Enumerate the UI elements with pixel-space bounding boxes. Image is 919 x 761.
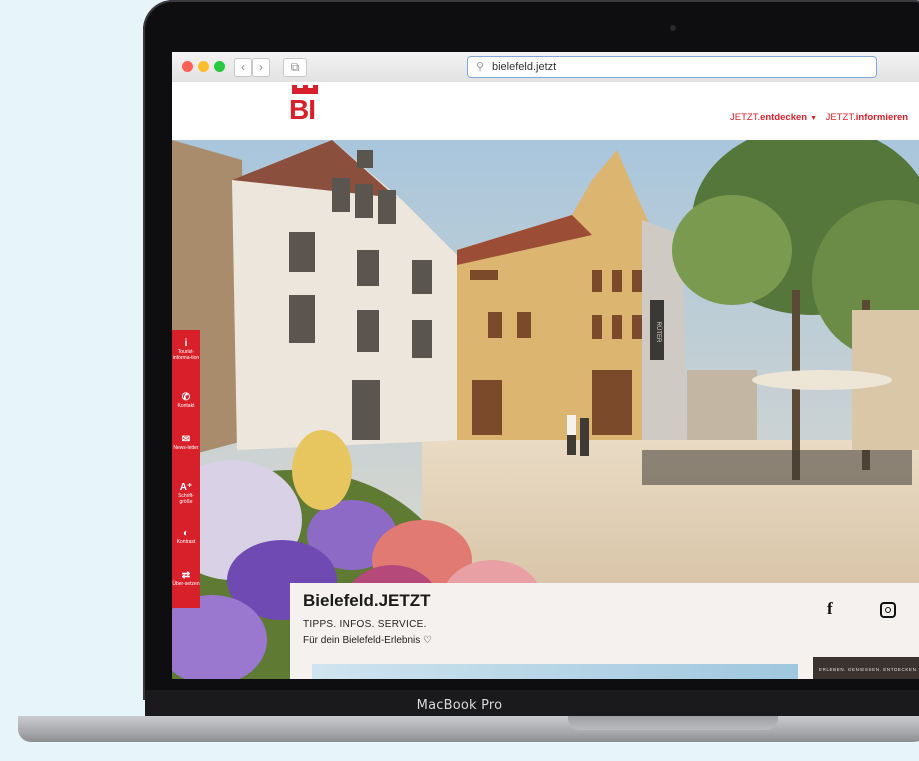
shop-sign: RÜTER	[655, 322, 662, 343]
chevron-down-icon: ▼	[810, 115, 818, 122]
zoom-window-button[interactable]	[214, 61, 225, 72]
device-label: MacBook Pro	[416, 698, 503, 713]
laptop-notch	[568, 716, 778, 730]
browser-toolbar: ‹ › ⧉ ⚲ bielefeld.jetzt	[172, 52, 919, 83]
nav-item-entdecken[interactable]: JETZT.entdecken	[730, 112, 807, 123]
sidebar-toggle-button[interactable]: ⧉	[283, 58, 307, 77]
laptop-screen: ‹ › ⧉ ⚲ bielefeld.jetzt BI JETZT.entdeck…	[172, 52, 919, 679]
teaser-text: ERLEBEN. GENIESSEN. ENTDECKEN.	[819, 667, 919, 672]
font-size-icon: A⁺	[179, 482, 193, 493]
translate-button[interactable]: ⇄ Über-setzen	[172, 570, 200, 587]
site-logo[interactable]: BI	[288, 85, 324, 132]
newsletter-button[interactable]: ✉ News-letter	[172, 434, 200, 451]
logo-text: BI	[289, 94, 316, 125]
search-icon: ⚲	[476, 61, 485, 73]
tourist-information-button[interactable]: i Tourist-informa-tion	[172, 338, 200, 361]
nav-item-informieren[interactable]: JETZT.informieren	[826, 112, 908, 123]
teaser-image-right[interactable]: ERLEBEN. GENIESSEN. ENTDECKEN.	[813, 657, 919, 679]
tagline: TIPPS. INFOS. SERVICE.	[303, 619, 427, 630]
mail-icon: ✉	[181, 434, 191, 445]
accessibility-sidebar: i Tourist-informa-tion ✆ Kontakt ✉ News-…	[172, 330, 200, 608]
contrast-button[interactable]: ◐ Kontrast	[172, 528, 200, 545]
phone-icon: ✆	[181, 392, 191, 403]
subtitle: Für dein Bielefeld-Erlebnis ♡	[303, 635, 433, 646]
contact-button[interactable]: ✆ Kontakt	[172, 392, 200, 409]
laptop-base	[18, 716, 919, 742]
address-bar[interactable]: ⚲ bielefeld.jetzt	[467, 56, 877, 78]
teaser-image-left[interactable]	[312, 664, 798, 679]
page-title: Bielefeld.JETZT	[303, 591, 431, 610]
facebook-icon[interactable]: f	[827, 599, 833, 619]
contrast-icon: ◐	[182, 528, 190, 539]
main-navigation: JETZT.entdecken ▼ JETZT.informieren	[730, 112, 908, 123]
site-header: BI JETZT.entdecken ▼ JETZT.informieren	[172, 82, 919, 140]
translate-icon: ⇄	[181, 570, 191, 581]
info-icon: i	[184, 338, 188, 349]
close-window-button[interactable]	[182, 61, 193, 72]
instagram-icon[interactable]	[880, 602, 896, 618]
url-text: bielefeld.jetzt	[492, 61, 557, 73]
forward-button[interactable]: ›	[252, 58, 270, 77]
back-button[interactable]: ‹	[234, 58, 252, 77]
camera	[670, 25, 676, 31]
font-size-button[interactable]: A⁺ Schrift-größe	[172, 482, 200, 505]
minimize-window-button[interactable]	[198, 61, 209, 72]
